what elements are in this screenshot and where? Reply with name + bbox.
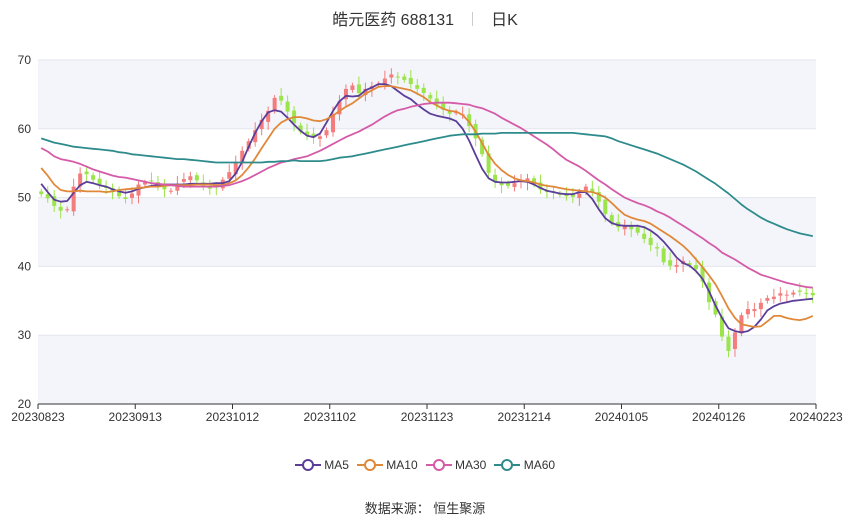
x-tick-label: 20230823 [11, 410, 65, 424]
candle-body [810, 292, 815, 296]
x-tick-label: 20240126 [692, 410, 746, 424]
x-tick-label: 20240105 [595, 410, 649, 424]
candle-body [97, 178, 102, 185]
candle-body [791, 292, 796, 295]
candle-body [58, 206, 63, 211]
candle-body [350, 85, 355, 90]
candle-body [318, 136, 323, 139]
plot-band [38, 335, 816, 404]
candle-body [668, 260, 673, 266]
candle-body [428, 95, 433, 99]
legend-label: MA60 [523, 458, 556, 472]
candle-body [765, 298, 770, 301]
candle-body [39, 191, 44, 195]
candle-body [181, 179, 186, 182]
candle-body [421, 87, 426, 94]
x-tick-label: 20230913 [109, 410, 163, 424]
legend-label: MA30 [455, 458, 487, 472]
candle-body [674, 265, 679, 267]
candle-body [661, 248, 666, 263]
legend-label: MA10 [386, 458, 418, 472]
candle-body [279, 95, 284, 101]
candle-body [655, 247, 660, 249]
y-tick-label: 50 [18, 191, 32, 205]
candle-body [395, 76, 400, 78]
candle-body [65, 209, 70, 211]
candle-body [84, 171, 89, 175]
candle-body [732, 332, 737, 349]
candle-body [285, 101, 290, 112]
candle-body [188, 176, 193, 181]
candle-body [402, 76, 407, 80]
candle-body [771, 296, 776, 300]
candle-body [356, 84, 361, 94]
candle-body [123, 197, 128, 199]
candle-body [91, 175, 96, 180]
candle-body [227, 172, 232, 179]
candle-body [194, 175, 199, 181]
legend-item-ma60[interactable]: MA60 [494, 458, 555, 472]
candle-body [408, 77, 413, 85]
chart-legend: MA5 MA10 MA30 MA60 [0, 458, 850, 472]
candle-body [778, 293, 783, 296]
candle-body [512, 183, 517, 187]
data-source: 数据来源： 恒生聚源 [364, 501, 486, 516]
legend-marker-icon [425, 459, 452, 471]
legend-item-ma10[interactable]: MA10 [356, 458, 418, 472]
candle-body [694, 265, 699, 270]
legend-label: MA5 [324, 458, 349, 472]
candle-body [577, 193, 582, 198]
candlestick-chart: 20 30 40 50 60 70 20230823 20230913 20231012 2023… [11, 53, 843, 424]
candle-body [745, 309, 750, 315]
y-tick-label: 30 [18, 328, 32, 342]
y-tick-label: 70 [18, 53, 32, 67]
candle-body [129, 193, 135, 198]
plot-band [38, 197, 816, 267]
candle-body [726, 336, 731, 352]
candle-body [272, 97, 277, 111]
candle-body [389, 74, 394, 78]
candle-body [603, 199, 608, 215]
candle-body [635, 227, 640, 233]
x-tick-label: 20231123 [401, 410, 454, 424]
legend-item-ma30[interactable]: MA30 [425, 458, 487, 472]
candle-body [506, 183, 511, 186]
candle-body [149, 180, 154, 182]
y-tick-label: 60 [18, 122, 32, 136]
candle-body [415, 85, 420, 89]
y-tick-label: 20 [18, 397, 32, 411]
legend-item-ma5[interactable]: MA5 [294, 458, 349, 472]
candle-body [797, 290, 802, 292]
y-tick-label: 40 [18, 259, 32, 273]
candle-body [648, 237, 653, 246]
x-tick-label: 20240223 [789, 410, 843, 424]
candle-body [168, 190, 173, 192]
legend-marker-icon [294, 459, 321, 471]
x-tick-label: 20231012 [206, 410, 260, 424]
legend-marker-icon [356, 459, 383, 471]
candle-body [642, 233, 647, 239]
candle-body [784, 294, 789, 296]
x-tick-label: 20231102 [304, 410, 357, 424]
candle-body [324, 130, 329, 136]
candle-body [804, 292, 809, 294]
legend-marker-icon [494, 459, 521, 471]
plot-band [38, 60, 816, 129]
x-tick-label: 20231214 [498, 410, 552, 424]
candle-body [758, 302, 763, 310]
candle-body [752, 309, 757, 312]
